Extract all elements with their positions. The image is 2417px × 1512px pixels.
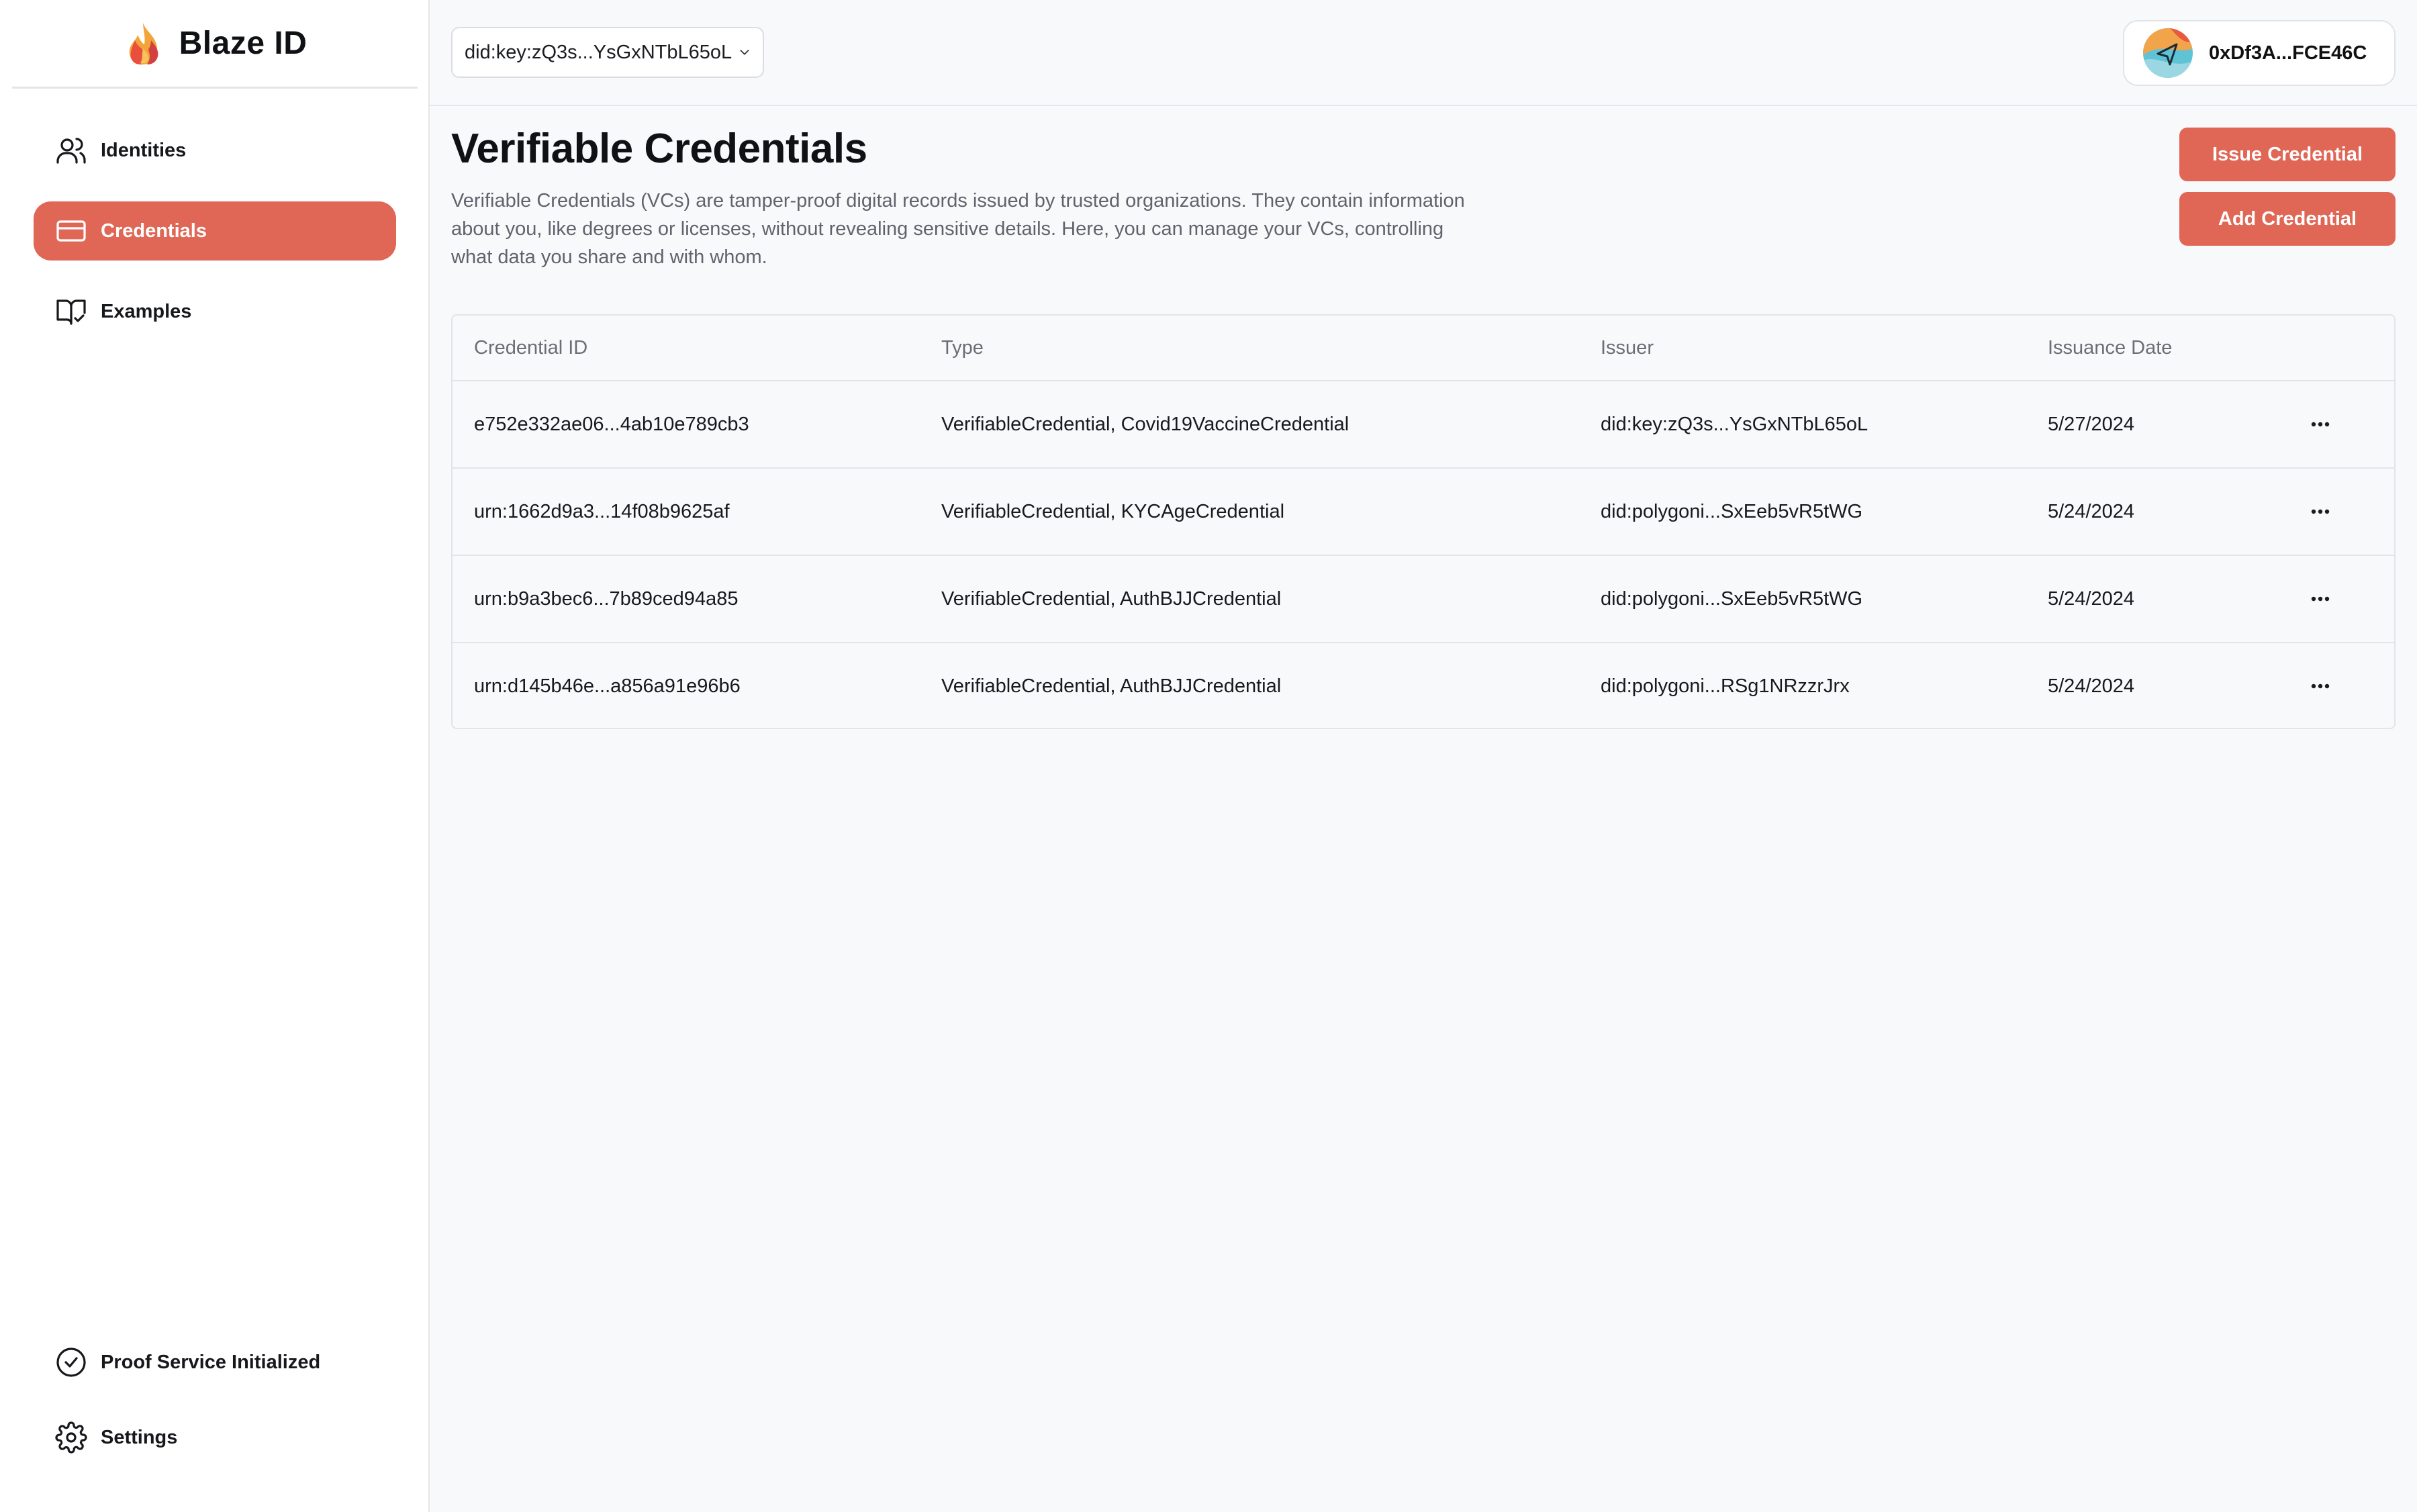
wallet-address: 0xDf3A...FCE46C bbox=[2209, 42, 2367, 64]
issuance-date-cell: 5/24/2024 bbox=[2048, 587, 2135, 610]
table-header: Credential ID Type Issuer Issuance Date bbox=[453, 316, 2394, 380]
sidebar-item-label: Identities bbox=[101, 139, 187, 161]
column-header: Issuance Date bbox=[2048, 336, 2173, 359]
more-horizontal-icon bbox=[2311, 509, 2330, 514]
chevron-down-icon bbox=[740, 50, 749, 55]
issuance-date-cell: 5/27/2024 bbox=[2048, 413, 2135, 435]
add-credential-button[interactable]: Add Credential bbox=[2179, 192, 2396, 246]
sidebar-item-settings[interactable]: Settings bbox=[55, 1417, 177, 1458]
app-root: Blaze ID Identities Credentials Examples… bbox=[0, 0, 2417, 1512]
book-check-icon bbox=[56, 299, 86, 325]
issuance-date-cell: 5/24/2024 bbox=[2048, 675, 2135, 697]
app-name: Blaze ID bbox=[179, 26, 307, 61]
issuance-date-cell: 5/24/2024 bbox=[2048, 500, 2135, 522]
wallet-button[interactable]: 0xDf3A...FCE46C bbox=[2123, 20, 2396, 86]
check-circle-icon bbox=[56, 1348, 86, 1377]
issuer-cell: did:key:zQ3s...YsGxNTbL65oL bbox=[1601, 413, 1868, 435]
credential-id-cell: urn:1662d9a3...14f08b9625af bbox=[474, 500, 730, 522]
sidebar-item-identities[interactable]: Identities bbox=[34, 121, 396, 180]
column-header: Issuer bbox=[1601, 336, 1654, 359]
type-cell: VerifiableCredential, Covid19VaccineCred… bbox=[941, 413, 1349, 435]
sidebar: Blaze ID Identities Credentials Examples… bbox=[0, 0, 430, 1512]
credential-id-cell: urn:b9a3bec6...7b89ced94a85 bbox=[474, 587, 739, 610]
row-menu-button[interactable] bbox=[2300, 381, 2340, 467]
users-icon bbox=[56, 138, 86, 164]
row-menu-button[interactable] bbox=[2300, 556, 2340, 642]
column-header: Type bbox=[941, 336, 984, 359]
issuer-cell: did:polygoni...SxEeb5vR5tWG bbox=[1601, 587, 1863, 610]
gear-icon bbox=[55, 1421, 87, 1454]
type-cell: VerifiableCredential, AuthBJJCredential bbox=[941, 675, 1282, 697]
sidebar-item-label: Settings bbox=[101, 1426, 178, 1448]
proof-service-label: Proof Service Initialized bbox=[101, 1351, 321, 1373]
row-menu-button[interactable] bbox=[2300, 469, 2340, 555]
sidebar-item-label: Examples bbox=[101, 300, 192, 322]
more-horizontal-icon bbox=[2311, 422, 2330, 427]
type-cell: VerifiableCredential, AuthBJJCredential bbox=[941, 587, 1282, 610]
credit-card-icon bbox=[56, 220, 86, 242]
did-selected-value: did:key:zQ3s...YsGxNTbL65oL bbox=[465, 41, 732, 63]
issuer-cell: did:polygoni...RSg1NRzzrJrx bbox=[1601, 675, 1850, 697]
table-row[interactable]: urn:d145b46e...a856a91e96b6 VerifiableCr… bbox=[453, 642, 2394, 728]
credential-id-cell: urn:d145b46e...a856a91e96b6 bbox=[474, 675, 741, 697]
sidebar-item-credentials[interactable]: Credentials bbox=[34, 201, 396, 261]
credentials-table: Credential ID Type Issuer Issuance Date … bbox=[451, 314, 2396, 729]
page-title: Verifiable Credentials bbox=[451, 126, 867, 172]
type-cell: VerifiableCredential, KYCAgeCredential bbox=[941, 500, 1285, 522]
flame-logo-icon bbox=[129, 22, 158, 64]
did-selector[interactable]: did:key:zQ3s...YsGxNTbL65oL bbox=[451, 27, 764, 78]
table-row[interactable]: e752e332ae06...4ab10e789cb3 VerifiableCr… bbox=[453, 380, 2394, 467]
page-description: Verifiable Credentials (VCs) are tamper-… bbox=[451, 190, 1465, 268]
sidebar-item-examples[interactable]: Examples bbox=[34, 282, 396, 341]
topbar: did:key:zQ3s...YsGxNTbL65oL 0xDf3A...FCE… bbox=[430, 0, 2417, 106]
sidebar-item-label: Credentials bbox=[101, 220, 207, 242]
issuer-cell: did:polygoni...SxEeb5vR5tWG bbox=[1601, 500, 1863, 522]
wallet-avatar bbox=[2143, 28, 2193, 78]
credential-id-cell: e752e332ae06...4ab10e789cb3 bbox=[474, 413, 749, 435]
more-horizontal-icon bbox=[2311, 683, 2330, 689]
proof-service-status: Proof Service Initialized bbox=[55, 1342, 320, 1382]
wallet-avatar-icon bbox=[2143, 28, 2193, 78]
brand[interactable]: Blaze ID bbox=[12, 0, 418, 89]
issue-credential-button[interactable]: Issue Credential bbox=[2179, 128, 2396, 181]
table-row[interactable]: urn:b9a3bec6...7b89ced94a85 VerifiableCr… bbox=[453, 555, 2394, 642]
column-header: Credential ID bbox=[474, 336, 588, 359]
row-menu-button[interactable] bbox=[2300, 643, 2340, 728]
more-horizontal-icon bbox=[2311, 596, 2330, 602]
table-row[interactable]: urn:1662d9a3...14f08b9625af VerifiableCr… bbox=[453, 467, 2394, 555]
